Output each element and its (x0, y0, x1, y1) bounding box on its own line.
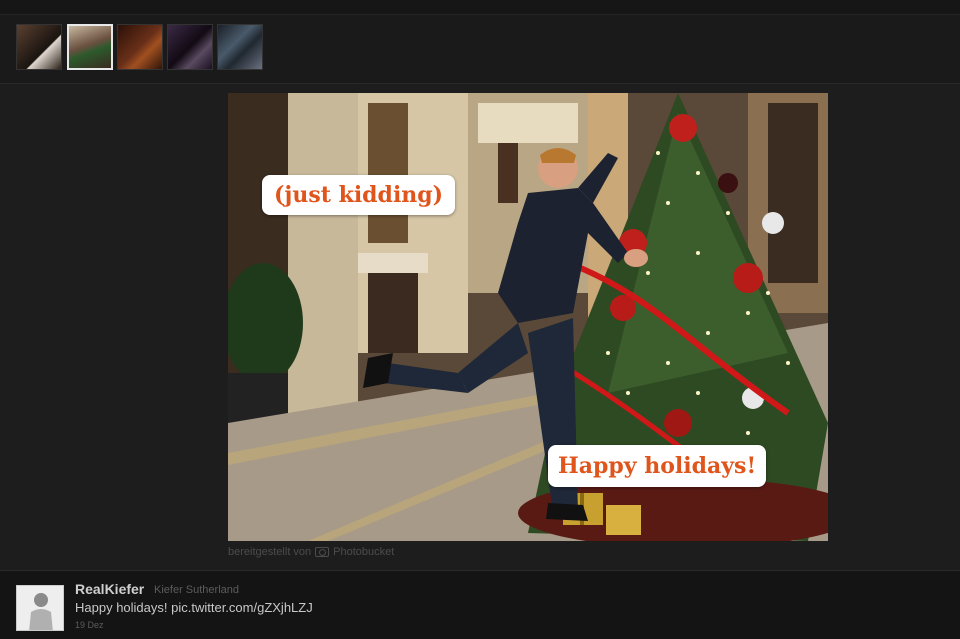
tweet-date[interactable]: 19 Dez (75, 620, 104, 630)
thumbnail-4[interactable] (167, 24, 213, 70)
avatar[interactable] (16, 585, 64, 631)
avatar-image (17, 586, 63, 630)
tweet-text: Happy holidays! pic.twitter.com/gZXjhLZJ (75, 600, 313, 615)
camera-icon (315, 547, 330, 557)
tweet-message: Happy holidays! (75, 600, 168, 615)
thumbnail-strip (0, 15, 960, 84)
thumbnail-1[interactable] (16, 24, 62, 70)
tweet-link[interactable]: pic.twitter.com/gZXjhLZJ (171, 600, 313, 615)
caption-happy-holidays: Happy holidays! (548, 445, 767, 487)
provided-by-service[interactable]: Photobucket (333, 546, 394, 558)
photo-viewer: (just kidding) Happy holidays! bereitges… (0, 84, 960, 570)
thumbnail-2[interactable] (67, 24, 113, 70)
provided-by-prefix: bereitgestellt von (228, 546, 312, 558)
tweet-username[interactable]: RealKiefer (75, 581, 144, 597)
tweet-realname: Kiefer Sutherland (154, 584, 239, 596)
caption-just-kidding: (just kidding) (262, 175, 456, 215)
main-photo[interactable]: (just kidding) Happy holidays! (228, 93, 828, 541)
thumbnail-5[interactable] (217, 24, 263, 70)
provided-by: bereitgestellt von Photobucket (228, 546, 394, 558)
top-bar (0, 0, 960, 15)
thumbnail-3[interactable] (117, 24, 163, 70)
tweet-bar: RealKiefer Kiefer Sutherland Happy holid… (0, 570, 960, 639)
